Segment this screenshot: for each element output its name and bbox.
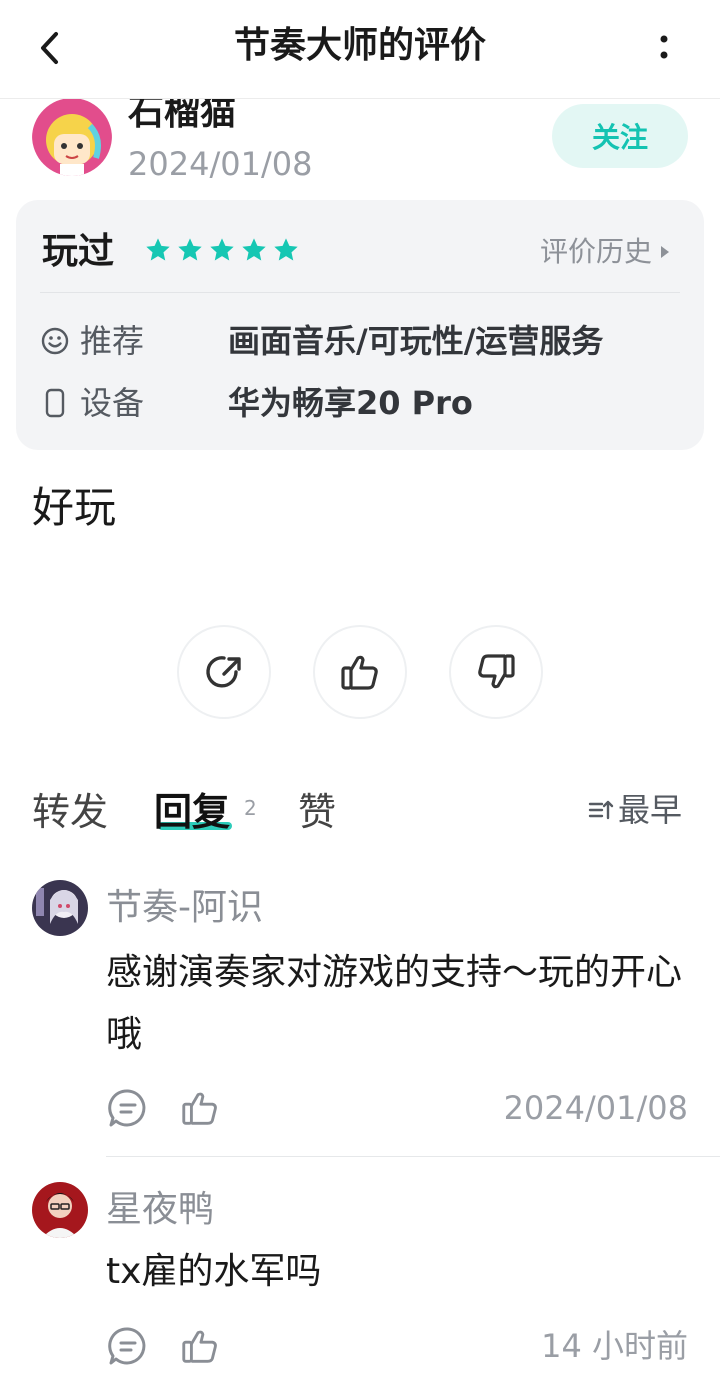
follow-button[interactable]: 关注 <box>552 104 688 168</box>
comment-author[interactable]: 星夜鸭 <box>106 1184 214 1236</box>
more-vertical-icon <box>660 35 668 59</box>
phone-icon <box>40 388 70 418</box>
device-label: 设备 <box>80 384 145 422</box>
played-label: 玩过 <box>42 231 115 272</box>
thumbs-up-icon <box>341 655 378 690</box>
recommend-label: 推荐 <box>80 322 145 360</box>
recommend-value: 画面音乐/可玩性/运营服务 <box>228 322 604 360</box>
reply-count-badge: 2 <box>244 796 257 820</box>
sort-label: 最早 <box>618 791 683 829</box>
comment-time: 2024/01/08 <box>503 1089 688 1127</box>
top-bar: 节奏大师的评价 <box>0 0 720 99</box>
comment-text: 感谢演奏家对游戏的支持～玩的开心哦 <box>106 952 683 1055</box>
star-icon <box>242 238 266 261</box>
review-date: 2024/01/08 <box>128 145 313 183</box>
tab-forward[interactable]: 转发 <box>32 786 108 838</box>
sort-button[interactable]: 最早 <box>588 786 682 834</box>
review-history-link[interactable]: 评价历史 <box>540 232 670 272</box>
star-icon <box>146 238 170 261</box>
reply-button[interactable] <box>106 1324 150 1368</box>
caret-right-icon <box>661 246 670 258</box>
review-history-label: 评价历史 <box>540 235 653 268</box>
thumbs-up-icon <box>182 1330 217 1363</box>
share-icon <box>206 656 241 688</box>
tab-likes[interactable]: 赞 <box>298 786 336 838</box>
dislike-button[interactable] <box>449 625 543 719</box>
comment-time: 14 小时前 <box>541 1327 688 1365</box>
tab-reply[interactable]: 回复 <box>154 786 230 838</box>
comment-like-button[interactable] <box>178 1324 222 1368</box>
star-icon <box>274 238 298 261</box>
page-title: 节奏大师的评价 <box>233 25 486 66</box>
card-divider <box>40 292 680 293</box>
star-icon <box>178 238 202 261</box>
share-button[interactable] <box>177 625 271 719</box>
back-button[interactable] <box>22 20 78 76</box>
comment-icon <box>108 1327 146 1365</box>
comment-divider <box>106 1156 720 1157</box>
reply-button[interactable] <box>106 1086 150 1130</box>
avatar[interactable] <box>32 1182 88 1238</box>
sort-icon <box>588 800 614 820</box>
chevron-left-icon <box>41 32 58 64</box>
avatar[interactable] <box>32 98 112 176</box>
more-button[interactable] <box>640 20 688 76</box>
star-rating <box>144 236 300 268</box>
comment-like-button[interactable] <box>178 1086 222 1130</box>
thumbs-down-icon <box>478 654 515 689</box>
comment-text: tx雇的水军吗 <box>106 1251 322 1292</box>
smile-icon <box>40 326 70 356</box>
comment-author[interactable]: 节奏-阿识 <box>106 882 263 934</box>
review-text: 好玩 <box>32 483 117 532</box>
avatar[interactable] <box>32 880 88 936</box>
thumbs-up-icon <box>182 1092 217 1125</box>
comment-icon <box>108 1089 146 1127</box>
device-value: 华为畅享20 Pro <box>228 384 473 422</box>
star-icon <box>210 238 234 261</box>
like-button[interactable] <box>313 625 407 719</box>
